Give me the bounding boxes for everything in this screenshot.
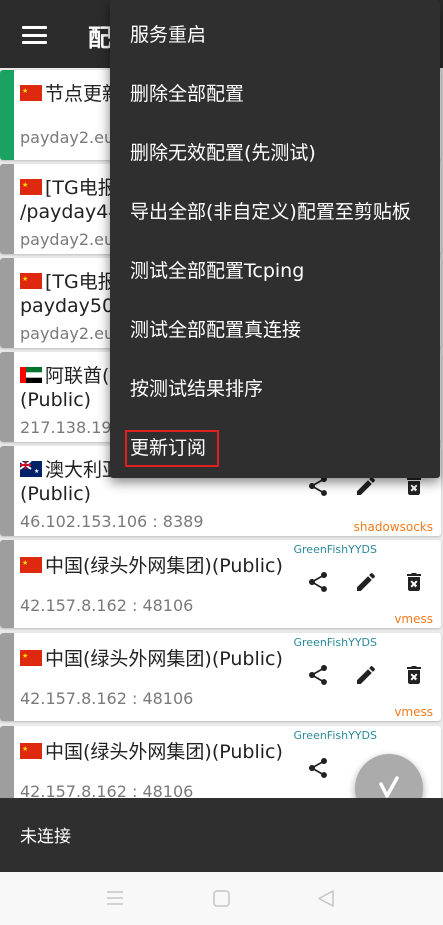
share-icon[interactable] [306,570,330,594]
flag-cn-icon: ★ [20,650,42,666]
server-address: 42.157.8.162 : 48106 [20,689,194,708]
selection-indicator [0,352,14,442]
server-address: 217.138.19 [20,418,112,437]
server-address: payday2.eu [20,128,115,147]
pencil-icon[interactable] [354,663,378,687]
selection-indicator [0,540,14,628]
menu-item-export-clipboard[interactable]: 导出全部(非自定义)配置至剪贴板 [110,183,440,241]
svg-text:★: ★ [22,652,28,660]
trash-icon[interactable] [402,663,426,687]
connection-status: 未连接 [20,827,71,847]
flag-cn-icon: ★ [20,179,42,195]
menu-item-test-real-connection[interactable]: 测试全部配置真连接 [110,301,440,359]
protocol-label: vmess [394,705,433,719]
svg-text:★: ★ [22,745,28,753]
card-actions [306,474,426,504]
card-actions [306,570,426,600]
share-icon[interactable] [306,663,330,687]
svg-text:★: ★ [34,468,39,475]
server-address: 42.157.8.162 : 48106 [20,782,194,798]
server-address: payday2.eu [20,324,115,343]
server-address: payday2.eu [20,230,115,249]
protocol-label: shadowsocks [353,520,433,534]
svg-text:★: ★ [22,87,28,95]
flag-au-icon: ★ [20,461,42,477]
hamburger-icon[interactable] [22,26,47,44]
flag-ae-icon [20,367,42,383]
card-actions [306,663,426,693]
flag-cn-icon: ★ [20,743,42,759]
selection-indicator [0,164,14,254]
flag-cn-icon: ★ [20,557,42,573]
selection-indicator [0,70,14,160]
menu-item-test-tcping[interactable]: 测试全部配置Tcping [110,242,440,300]
trash-icon[interactable] [402,570,426,594]
menu-item-sort-by-result[interactable]: 按测试结果排序 [110,360,440,418]
server-card[interactable]: GreenFishYYDS ★ 中国(绿头外网集团)(Public) 42.157… [0,633,441,721]
svg-text:★: ★ [22,181,28,189]
svg-text:★: ★ [22,275,28,283]
server-address: 42.157.8.162 : 48106 [20,596,194,615]
server-address: 46.102.153.106 : 8389 [20,512,204,531]
server-name: ★ 中国(绿头外网集团)(Public) [20,741,283,763]
back-icon[interactable] [318,890,334,907]
menu-item-delete-invalid[interactable]: 删除无效配置(先测试) [110,124,440,182]
connection-status-bar[interactable]: 未连接 [0,798,443,872]
svg-text:★: ★ [22,559,28,567]
pencil-icon[interactable] [354,570,378,594]
app-title: 配 [88,24,110,52]
selection-indicator [0,726,14,798]
flag-cn-icon: ★ [20,273,42,289]
server-name: ★ 中国(绿头外网集团)(Public) [20,555,283,577]
subscription-label: GreenFishYYDS [293,636,378,649]
server-card[interactable]: GreenFishYYDS ★ 中国(绿头外网集团)(Public) 42.157… [0,540,441,628]
server-name: ★ 中国(绿头外网集团)(Public) [20,648,283,670]
subscription-label: GreenFishYYDS [293,543,378,556]
share-icon[interactable] [306,756,330,780]
home-icon[interactable] [213,890,230,907]
selection-indicator [0,446,14,536]
selection-indicator [0,258,14,348]
recent-apps-icon[interactable] [106,890,124,906]
system-nav-bar [0,872,443,925]
protocol-label: vmess [394,612,433,626]
menu-item-restart-service[interactable]: 服务重启 [110,6,440,64]
selection-indicator [0,633,14,721]
highlight-annotation [125,430,219,467]
overflow-menu: 服务重启 删除全部配置 删除无效配置(先测试) 导出全部(非自定义)配置至剪贴板… [110,0,440,478]
menu-item-delete-all[interactable]: 删除全部配置 [110,65,440,123]
subscription-label: GreenFishYYDS [293,729,378,742]
flag-cn-icon: ★ [20,85,42,101]
